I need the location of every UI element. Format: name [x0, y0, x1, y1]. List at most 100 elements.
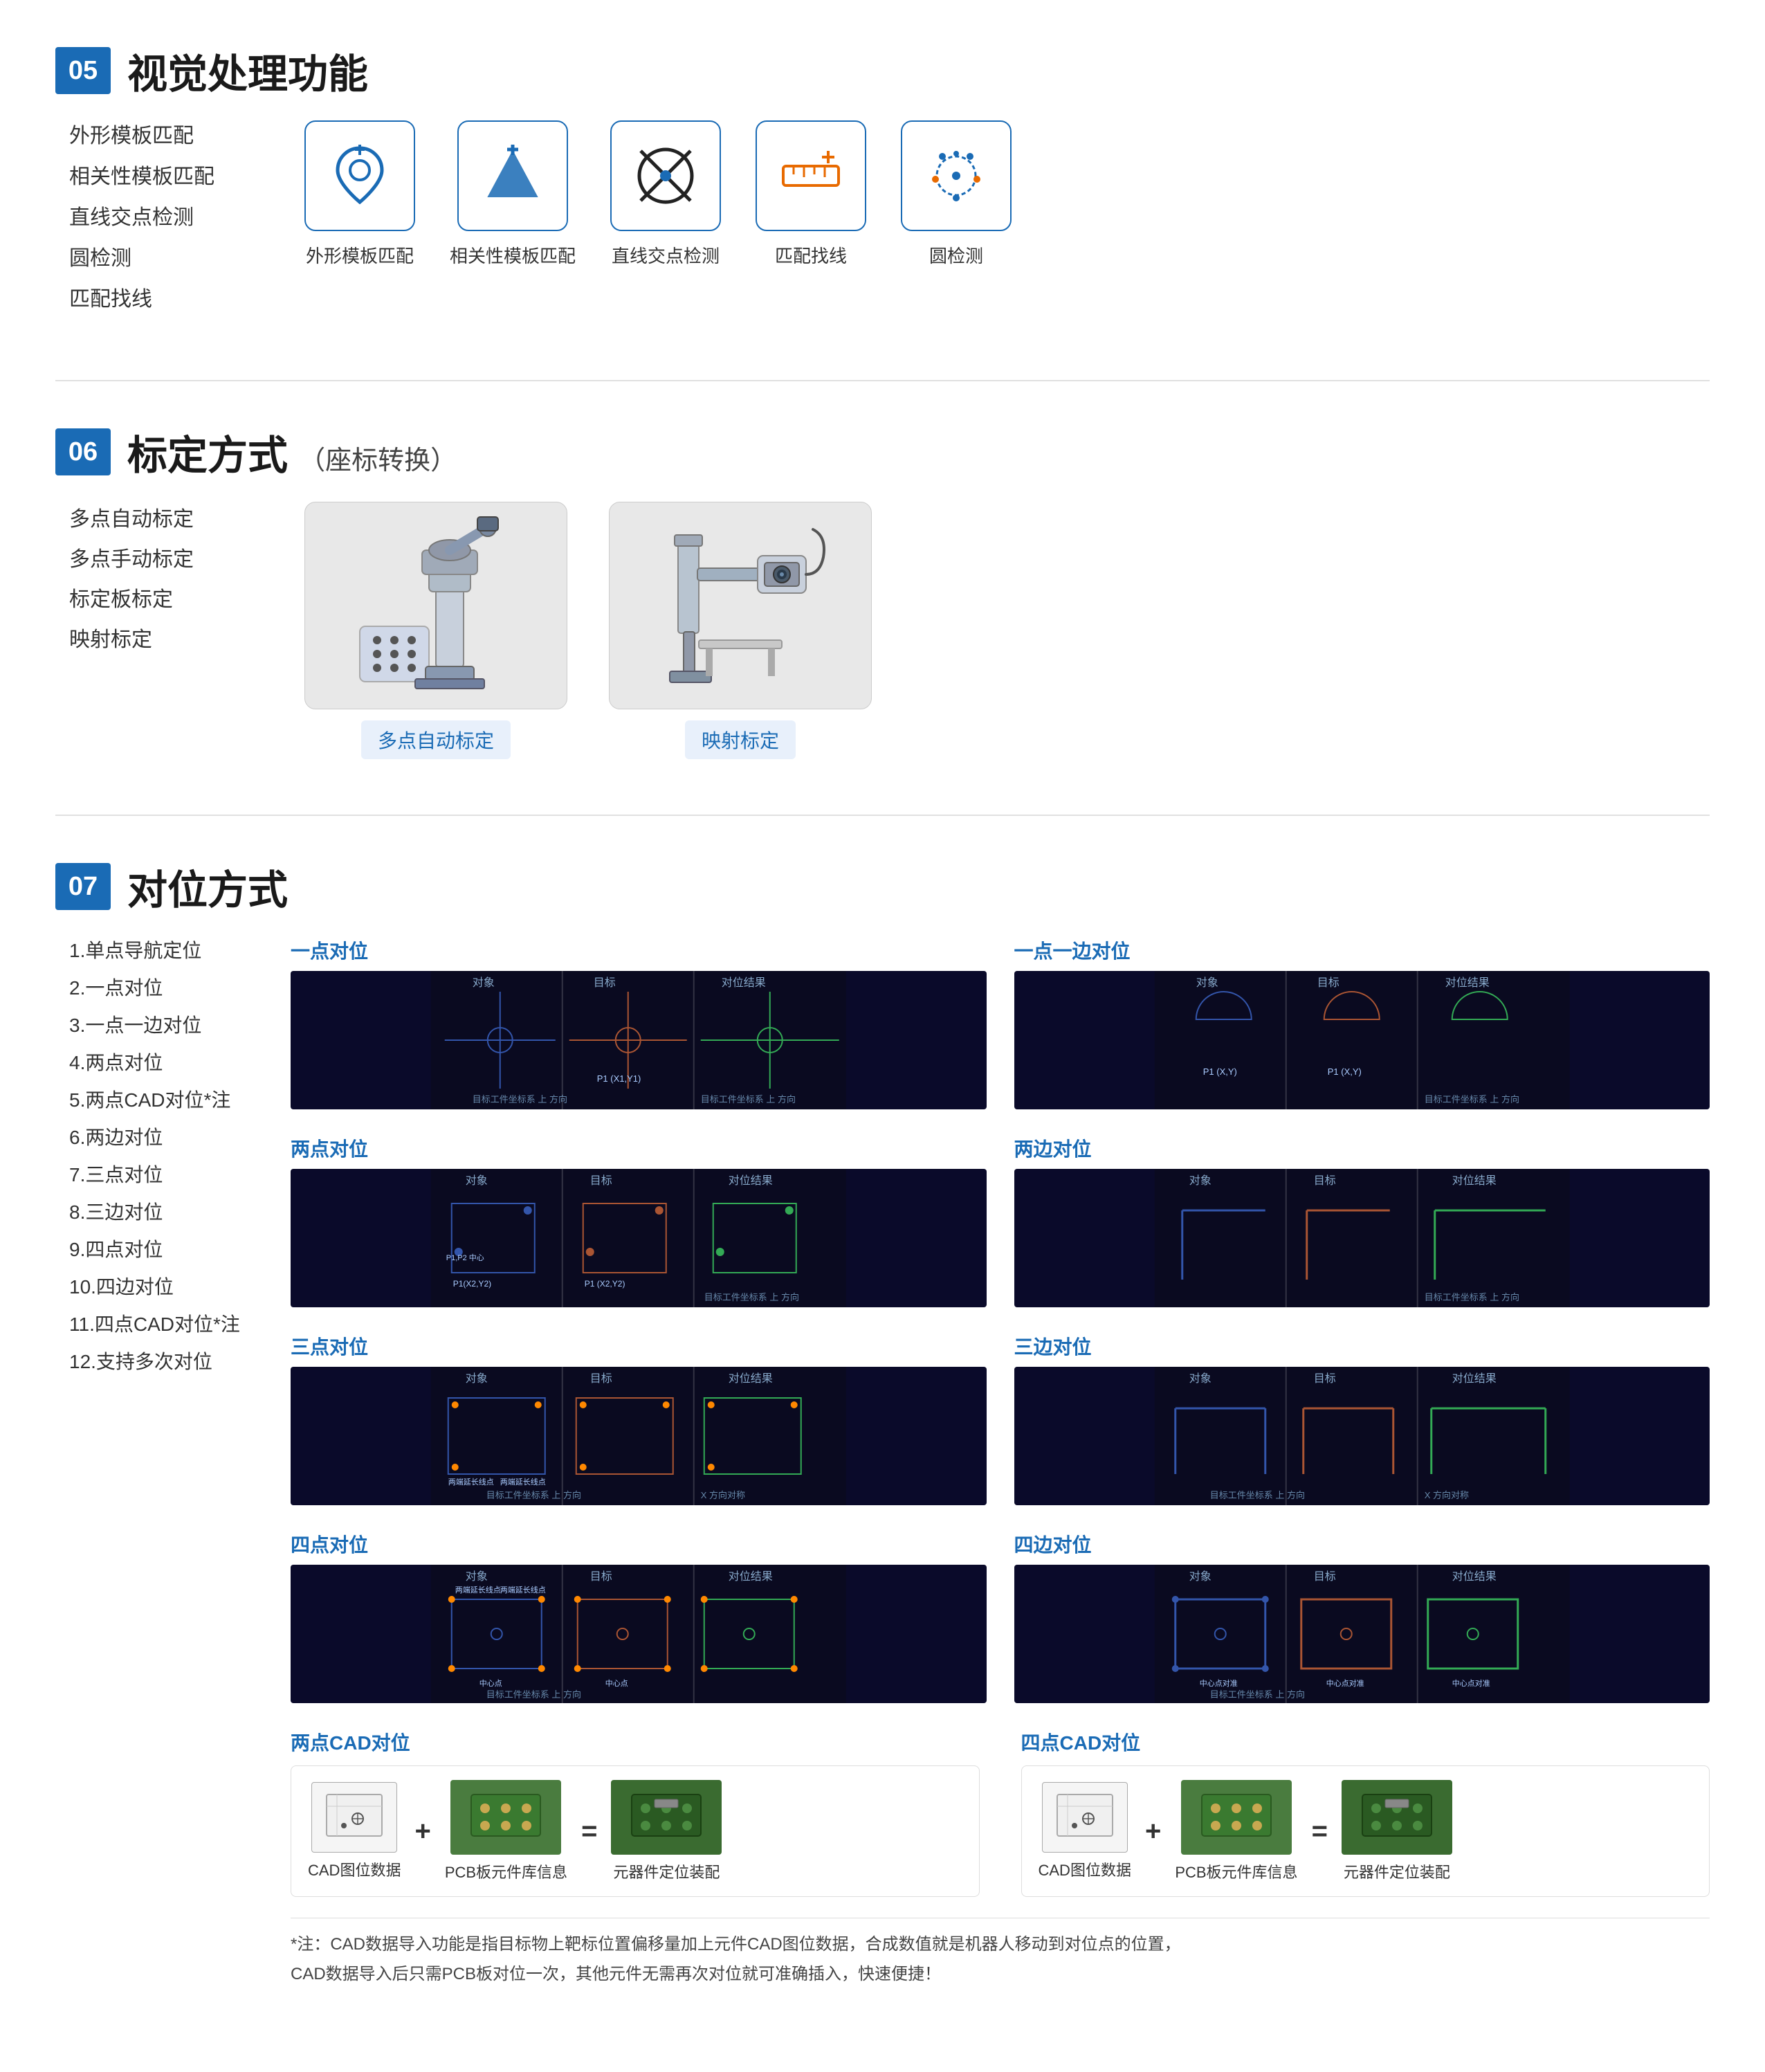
svg-text:目标: 目标 — [1313, 1570, 1335, 1583]
cad-item-four: 四点CAD对位 — [1021, 1728, 1710, 1897]
vision-icon-circle-detect: 圆检测 — [901, 120, 1012, 268]
align-11: 11.四点CAD对位*注 — [69, 1310, 249, 1339]
align-item-two-edge: 两边对位 对象 目标 对位结果 — [1014, 1134, 1710, 1307]
align-8: 8.三边对位 — [69, 1198, 249, 1227]
section-07-feature-list: 1.单点导航定位 2.一点对位 3.一点一边对位 4.两点对位 5.两点CAD对… — [55, 936, 249, 1989]
svg-text:X 方向对称: X 方向对称 — [701, 1490, 745, 1500]
svg-text:对位结果: 对位结果 — [729, 1372, 773, 1385]
svg-text:目标: 目标 — [590, 1372, 612, 1385]
svg-text:目标工件坐标系 上 方向: 目标工件坐标系 上 方向 — [701, 1094, 796, 1105]
svg-text:对位结果: 对位结果 — [1452, 1372, 1496, 1385]
align-item-three-edge: 三边对位 对象 目标 对位结果 — [1014, 1332, 1710, 1505]
vision-icon-label-4: 匹配找线 — [775, 242, 847, 268]
feature-line-detect: 直线交点检测 — [69, 202, 235, 233]
svg-text:X 方向对称: X 方向对称 — [1424, 1490, 1468, 1500]
section-06-title: 标定方式 （座标转换） — [127, 423, 457, 481]
location-plus-icon — [325, 141, 394, 210]
mount-cam-svg — [637, 516, 844, 696]
cad-pcb-icon — [468, 1791, 544, 1839]
section-05-body: 外形模板匹配 相关性模板匹配 直线交点检测 圆检测 匹配找线 外形模板匹配 — [55, 120, 1710, 325]
align-title-four-edge: 四边对位 — [1014, 1530, 1710, 1558]
align-img-four-edge: 对象 目标 对位结果 中心点对准 — [1014, 1565, 1710, 1703]
align-5: 5.两点CAD对位*注 — [69, 1086, 249, 1115]
vision-icon-label-5: 圆检测 — [929, 242, 983, 268]
align-img-four-point: 对象 目标 对位结果 两端延长线点 两端延长线点 — [291, 1565, 987, 1703]
align-9: 9.四点对位 — [69, 1235, 249, 1264]
align-item-four-point: 四点对位 对象 目标 对位结果 两端延长线点 两端延长线点 — [291, 1530, 987, 1703]
cad-label-3: 元器件定位装配 — [613, 1860, 720, 1882]
svg-text:中心点: 中心点 — [605, 1679, 628, 1688]
svg-text:两端延长线点: 两端延长线点 — [455, 1585, 501, 1594]
align-img-one-point: 对象 目标 对位结果 — [291, 971, 987, 1109]
section-05-feature-list: 外形模板匹配 相关性模板匹配 直线交点检测 圆检测 匹配找线 — [55, 120, 235, 325]
svg-text:目标: 目标 — [1313, 1372, 1335, 1385]
svg-text:目标工件坐标系 上 方向: 目标工件坐标系 上 方向 — [1424, 1094, 1519, 1105]
svg-text:目标工件坐标系 上 方向: 目标工件坐标系 上 方向 — [1209, 1490, 1304, 1500]
section-07-body: 1.单点导航定位 2.一点对位 3.一点一边对位 4.两点对位 5.两点CAD对… — [55, 936, 1710, 1989]
align-title-three-point: 三点对位 — [291, 1332, 987, 1360]
cad-title-four: 四点CAD对位 — [1021, 1728, 1710, 1756]
section-05-title: 视觉处理功能 — [127, 42, 368, 100]
one-point-diagram: 对象 目标 对位结果 — [291, 971, 987, 1109]
svg-text:目标: 目标 — [590, 1570, 612, 1583]
vision-icon-box-4 — [756, 120, 866, 231]
align-title-two-edge: 两边对位 — [1014, 1134, 1710, 1162]
calib-img-label-2: 映射标定 — [685, 720, 796, 759]
cad-drawing-box — [311, 1782, 397, 1853]
svg-text:目标工件坐标系 上 方向: 目标工件坐标系 上 方向 — [1209, 1689, 1304, 1700]
calib-img-projection: 映射标定 — [609, 502, 872, 759]
align-4: 4.两点对位 — [69, 1048, 249, 1078]
vision-icon-label-1: 外形模板匹配 — [306, 242, 414, 268]
svg-text:目标工件坐标系 上 方向: 目标工件坐标系 上 方向 — [1424, 1292, 1519, 1302]
svg-text:对象: 对象 — [1189, 1570, 1211, 1583]
align-title-three-edge: 三边对位 — [1014, 1332, 1710, 1360]
svg-text:P1,P2 中心: P1,P2 中心 — [446, 1253, 484, 1262]
calib-multi-auto: 多点自动标定 — [69, 502, 235, 532]
svg-text:目标工件坐标系 上 方向: 目标工件坐标系 上 方向 — [704, 1292, 799, 1302]
calib-img-multi-auto: 多点自动标定 — [304, 502, 567, 759]
align-img-three-edge: 对象 目标 对位结果 — [1014, 1367, 1710, 1505]
cad-label-6: 元器件定位装配 — [1344, 1860, 1450, 1882]
section-07-number: 07 — [55, 863, 111, 910]
four-edge-diagram: 对象 目标 对位结果 中心点对准 — [1014, 1565, 1710, 1703]
cad-col-3: 元器件定位装配 — [611, 1780, 722, 1882]
svg-text:对象: 对象 — [466, 1570, 488, 1583]
cad-result-icon — [628, 1791, 704, 1839]
cad-drawing-box-2 — [1042, 1782, 1128, 1853]
align-row-2: 两点对位 对象 目标 对位结果 P1(X2,Y2) — [291, 1134, 1710, 1307]
section-05-number: 05 — [55, 47, 111, 94]
svg-text:中心点对准: 中心点对准 — [1326, 1678, 1364, 1688]
cad-col-2: PCB板元件库信息 — [445, 1780, 567, 1882]
align-10: 10.四边对位 — [69, 1273, 249, 1302]
svg-text:目标: 目标 — [1313, 1174, 1335, 1187]
vision-icon-corr-match: 相关性模板匹配 — [450, 120, 576, 268]
cad-formula-four: CAD图位数据 + — [1021, 1765, 1710, 1897]
cad-formula-two: CAD图位数据 + — [291, 1765, 980, 1897]
align-img-three-point: 对象 目标 对位结果 两端延长线点 两端延长线点 — [291, 1367, 987, 1505]
svg-text:对象: 对象 — [1189, 1174, 1211, 1187]
svg-text:P1(X2,Y2): P1(X2,Y2) — [453, 1279, 491, 1289]
cad-drawing-icon — [323, 1791, 385, 1839]
cad-eq-2: = — [1312, 1816, 1328, 1847]
section-06-header: 06 标定方式 （座标转换） — [55, 423, 1710, 481]
cad-row: 两点CAD对位 — [291, 1728, 1710, 1897]
section-05-header: 05 视觉处理功能 — [55, 42, 1710, 100]
vision-icon-line-match: 匹配找线 — [756, 120, 866, 268]
svg-text:对象: 对象 — [466, 1174, 488, 1187]
svg-text:目标工件坐标系 上 方向: 目标工件坐标系 上 方向 — [473, 1094, 567, 1105]
svg-text:对位结果: 对位结果 — [729, 1174, 773, 1187]
section-07-header: 07 对位方式 — [55, 857, 1710, 916]
calib-multi-manual: 多点手动标定 — [69, 542, 235, 572]
cad-plus-2: + — [1145, 1816, 1161, 1847]
svg-text:对象: 对象 — [466, 1372, 488, 1385]
section-06-feature-list: 多点自动标定 多点手动标定 标定板标定 映射标定 — [55, 502, 235, 759]
ruler-plus-icon — [776, 141, 845, 210]
svg-text:两端延长线点: 两端延长线点 — [500, 1585, 546, 1594]
calib-img-label-1: 多点自动标定 — [361, 720, 511, 759]
svg-text:对位结果: 对位结果 — [722, 976, 766, 989]
vision-icon-box-2 — [457, 120, 568, 231]
align-12: 12.支持多次对位 — [69, 1347, 249, 1376]
section-06-number: 06 — [55, 428, 111, 475]
calib-img-box-1 — [304, 502, 567, 709]
align-img-one-point-one-edge: 对象 目标 对位结果 P1 (X,Y) P1 (X,Y) — [1014, 971, 1710, 1109]
